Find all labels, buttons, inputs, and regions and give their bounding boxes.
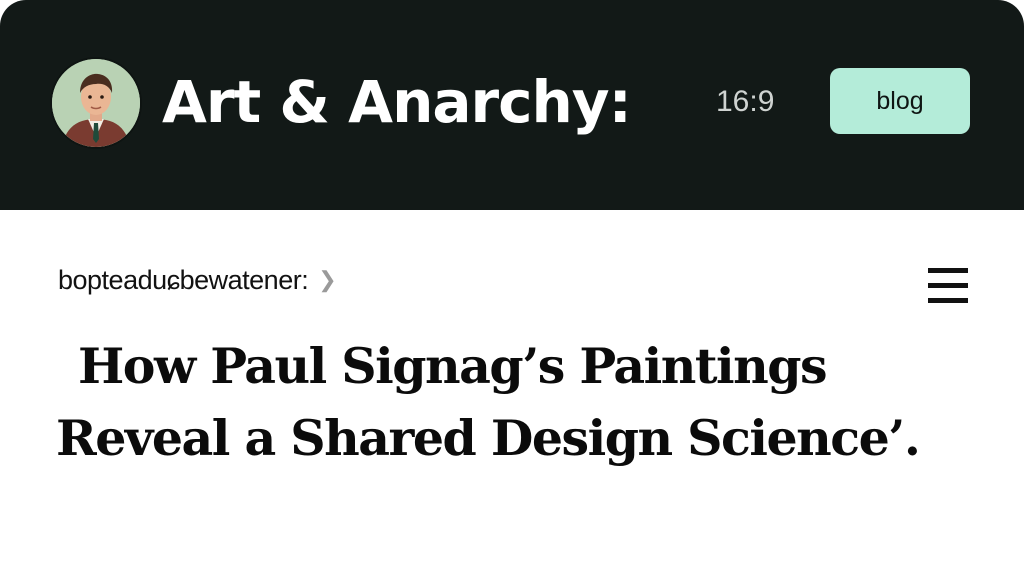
portrait-avatar-icon[interactable]: [50, 57, 142, 149]
hamburger-menu-icon[interactable]: [924, 262, 972, 308]
breadcrumb[interactable]: bopteaduɕbewatener: ❯: [58, 262, 337, 298]
blog-button[interactable]: blog: [830, 68, 970, 134]
article-headline: How Paul Signag’s Paintings Reveal a Sha…: [56, 330, 976, 474]
menu-bar-top: [928, 268, 968, 273]
menu-bar-bottom: [928, 298, 968, 303]
aspect-ratio-label: 16:9: [716, 85, 775, 118]
menu-bar-middle: [928, 283, 968, 288]
chevron-right-icon: ❯: [318, 267, 337, 292]
site-title: Art & Anarchy:: [162, 68, 632, 136]
headline-line-2: Reveal a Shared Design Science’.: [56, 409, 921, 467]
site-header: Art & Anarchy: 16:9 blog: [0, 0, 1024, 210]
avatar-portrait-graphic: [52, 59, 140, 147]
headline-line-1: How Paul Signag’s Paintings: [78, 337, 828, 395]
breadcrumb-label: bopteaduɕbewatener:: [58, 265, 309, 295]
